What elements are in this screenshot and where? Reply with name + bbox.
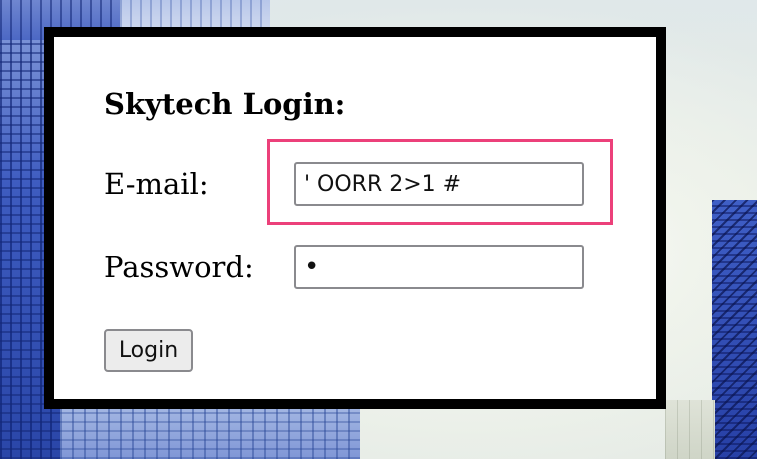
background-building-right-lower bbox=[665, 400, 715, 459]
password-label: Password: bbox=[104, 250, 254, 284]
email-label: E-mail: bbox=[104, 167, 209, 201]
background-building-top bbox=[120, 0, 270, 30]
email-field[interactable] bbox=[294, 162, 584, 206]
password-field[interactable] bbox=[294, 245, 584, 289]
login-panel: Skytech Login: E-mail: Password: Login bbox=[44, 27, 666, 409]
login-title: Skytech Login: bbox=[104, 87, 346, 121]
login-button[interactable]: Login bbox=[104, 329, 193, 372]
background-building-right bbox=[712, 200, 757, 459]
